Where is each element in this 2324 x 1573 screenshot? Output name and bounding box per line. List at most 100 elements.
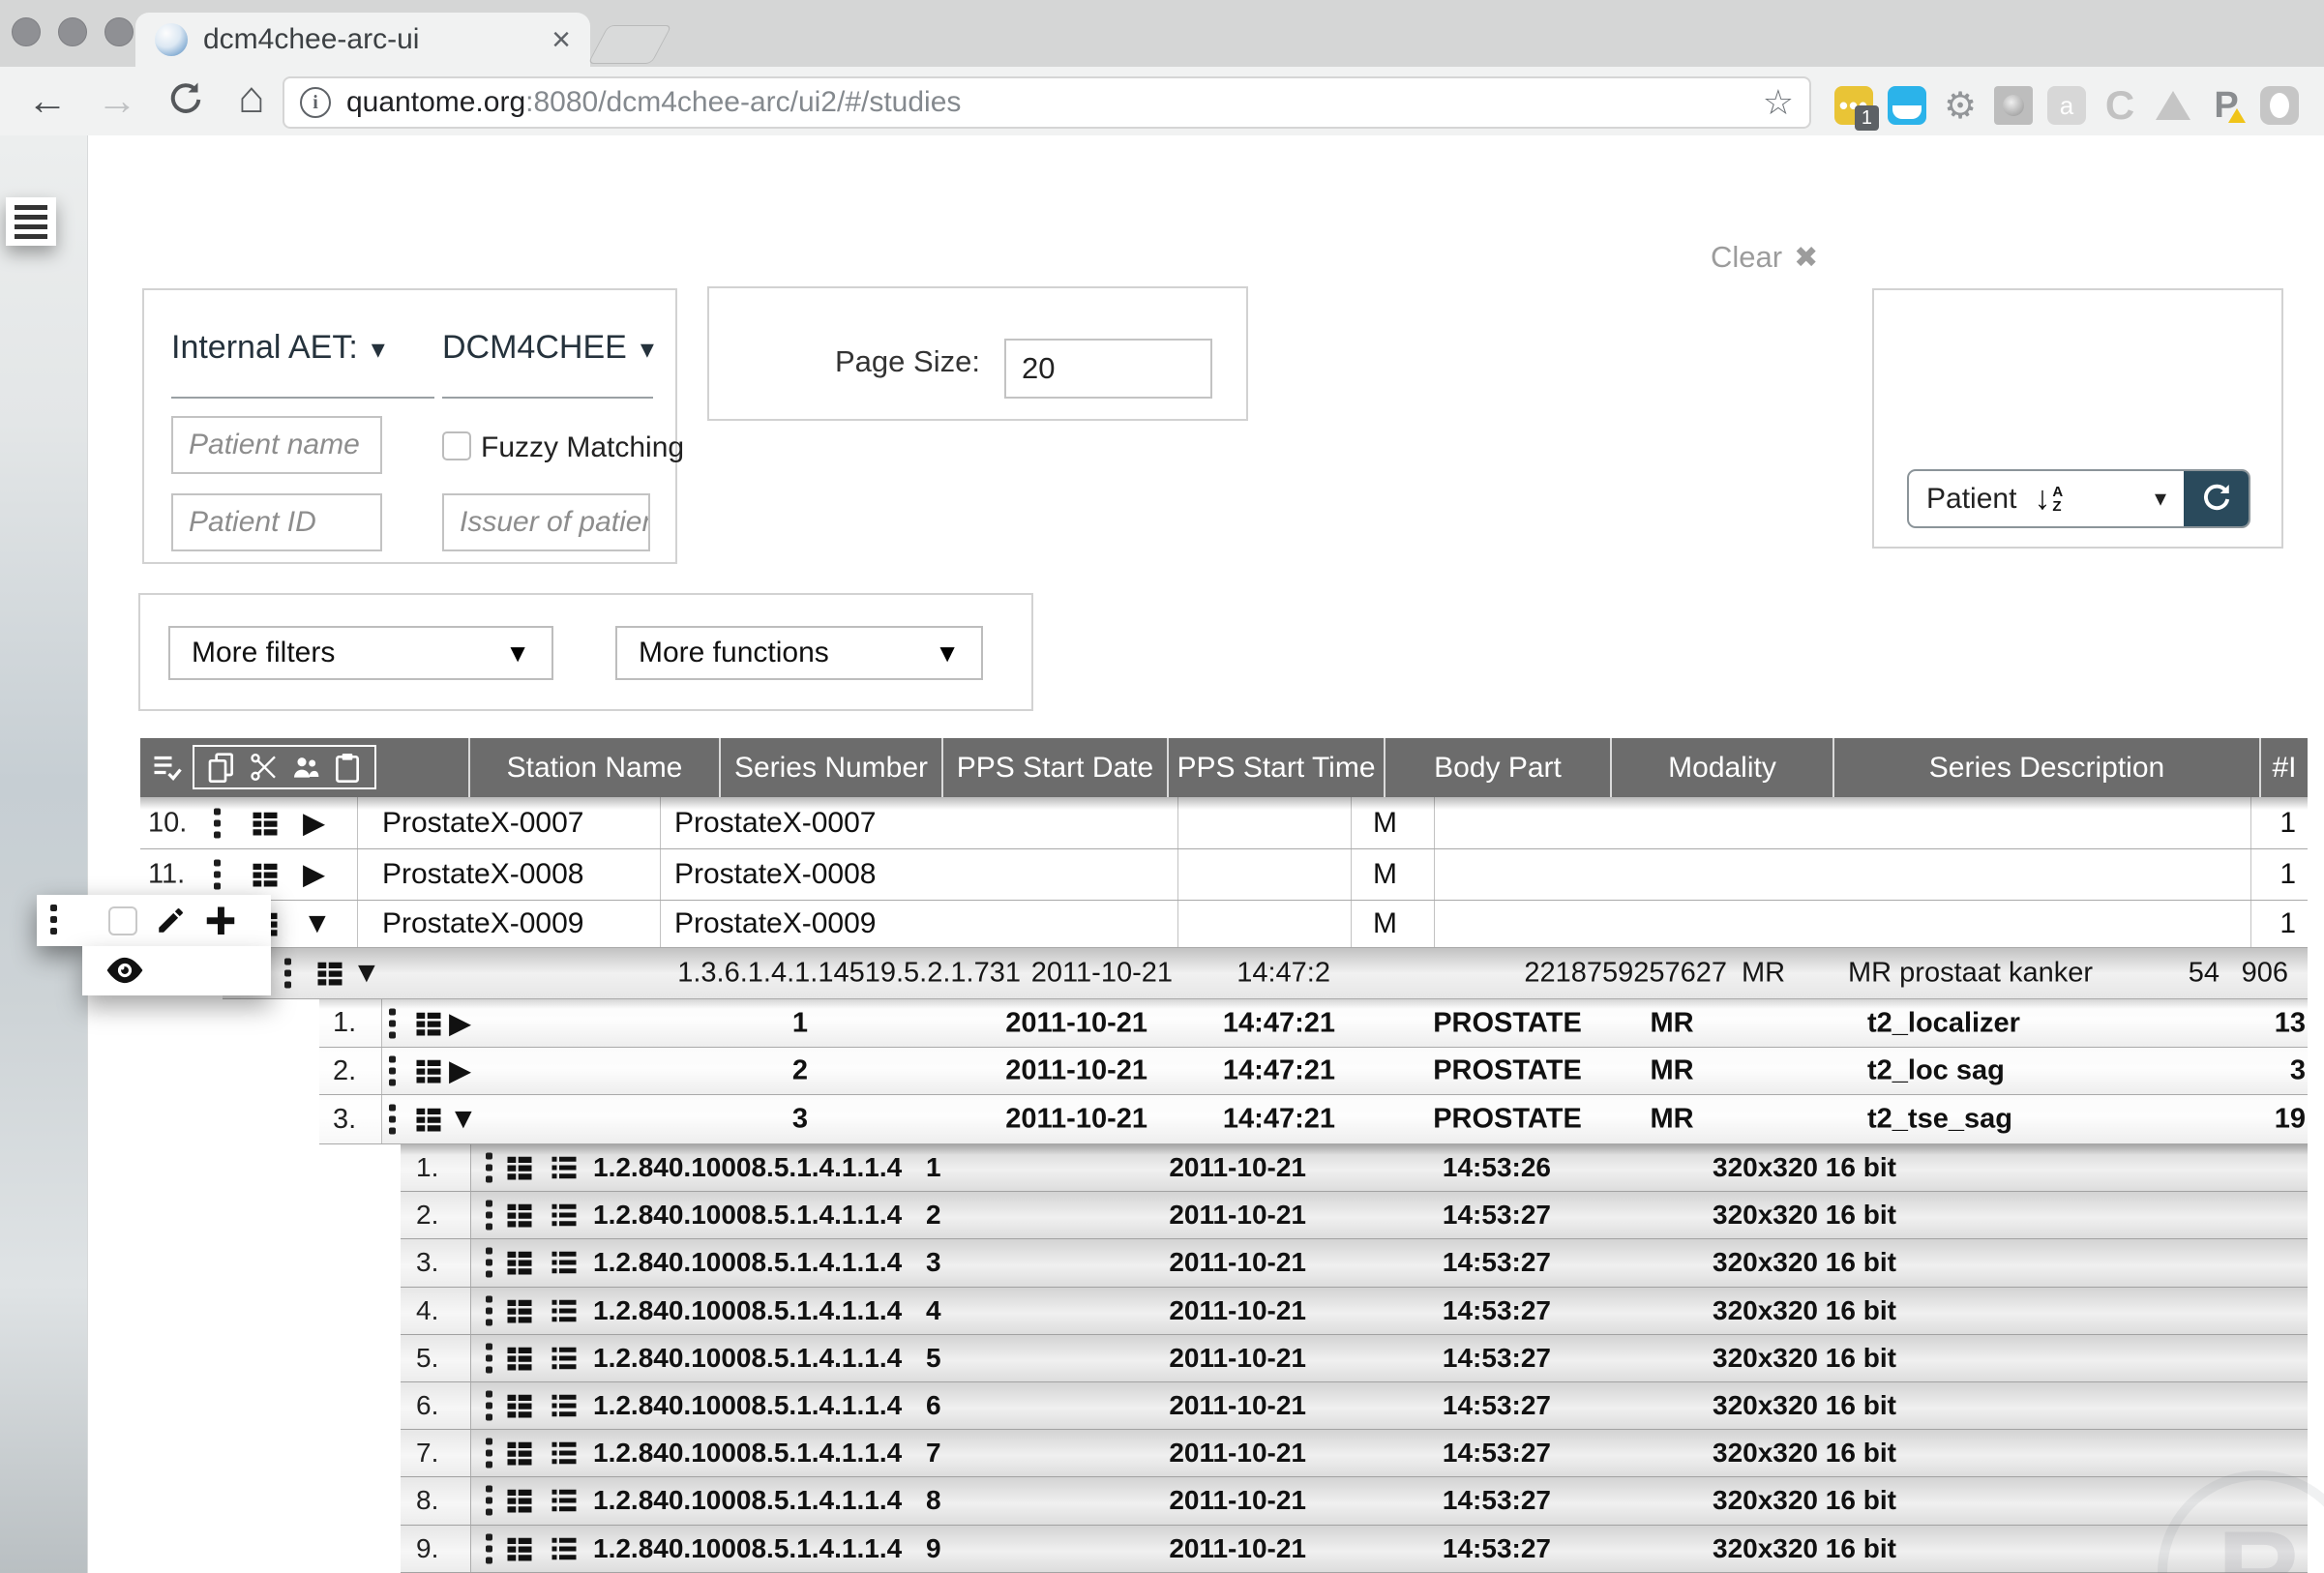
column-header[interactable]: Modality	[1610, 738, 1832, 797]
window-close-button[interactable]	[12, 17, 41, 46]
add-plus-icon[interactable]	[203, 903, 238, 937]
attributes-list-icon[interactable]	[503, 1248, 536, 1277]
fuzzy-matching-checkbox[interactable]	[442, 431, 471, 460]
row-menu-icon[interactable]	[389, 1105, 396, 1135]
attributes-list-icon[interactable]	[412, 1009, 445, 1038]
clear-filters-button[interactable]: Clear ✖	[1711, 240, 1818, 275]
column-header[interactable]: PPS Start Date	[941, 738, 1167, 797]
row-menu-icon[interactable]	[486, 1533, 492, 1563]
column-header[interactable]: Series Number	[719, 738, 941, 797]
pocket-extension-icon[interactable]	[1888, 86, 1926, 125]
file-attributes-list-icon[interactable]	[548, 1486, 581, 1515]
patient-id-input[interactable]: Patient ID	[171, 493, 382, 551]
file-attributes-list-icon[interactable]	[548, 1534, 581, 1563]
attributes-list-icon[interactable]	[503, 1344, 536, 1373]
chat-extension-icon[interactable]: a	[2047, 86, 2086, 125]
merge-patients-icon[interactable]	[290, 752, 321, 783]
attributes-list-icon[interactable]	[249, 860, 282, 889]
tab-close-icon[interactable]: ×	[551, 23, 571, 56]
window-zoom-button[interactable]	[104, 17, 134, 46]
attributes-list-icon[interactable]	[503, 1486, 536, 1515]
expand-toggle-icon[interactable]: ▶	[449, 1054, 471, 1088]
expand-toggle-icon[interactable]: ▼	[303, 907, 332, 940]
column-header[interactable]: PPS Start Time	[1167, 738, 1384, 797]
bookmark-star-icon[interactable]: ☆	[1763, 82, 1794, 123]
row-menu-icon[interactable]	[389, 1056, 396, 1086]
column-header[interactable]: Body Part	[1384, 738, 1610, 797]
row-menu-icon[interactable]	[486, 1295, 492, 1325]
c-logo-extension-icon[interactable]: C	[2101, 86, 2139, 125]
copy-icon[interactable]	[206, 752, 237, 783]
attributes-list-icon[interactable]	[503, 1391, 536, 1420]
attributes-list-icon[interactable]	[503, 1296, 536, 1325]
expand-toggle-icon[interactable]: ▶	[303, 806, 325, 840]
new-tab-button[interactable]	[587, 25, 671, 64]
refresh-button[interactable]	[2184, 471, 2249, 526]
gear-extension-icon[interactable]: ⚙	[1941, 86, 1980, 125]
back-button[interactable]: ←	[27, 78, 68, 123]
row-menu-icon[interactable]	[214, 860, 221, 890]
avatar-extension-icon[interactable]	[1994, 86, 2033, 125]
expand-toggle-icon[interactable]: ▶	[303, 858, 325, 892]
attributes-list-icon[interactable]	[503, 1153, 536, 1182]
row-menu-icon[interactable]	[214, 808, 221, 838]
file-attributes-list-icon[interactable]	[548, 1344, 581, 1373]
row-menu-icon[interactable]	[486, 1343, 492, 1373]
page-size-input[interactable]: 20	[1004, 339, 1212, 399]
address-bar[interactable]: i quantome.org:8080/dcm4chee-arc/ui2/#/s…	[283, 76, 1811, 129]
menu-hamburger-button[interactable]	[6, 197, 56, 246]
file-attributes-list-icon[interactable]	[548, 1153, 581, 1182]
aet-value-select[interactable]: DCM4CHEE▾	[442, 329, 654, 367]
column-header[interactable]: Station Name	[468, 738, 719, 797]
browser-tab[interactable]: dcm4chee-arc-ui ×	[135, 13, 590, 67]
more-functions-select[interactable]: More functions ▼	[615, 626, 983, 680]
drive-triangle-extension-icon[interactable]	[2154, 86, 2192, 125]
patient-name-input[interactable]: Patient name	[171, 416, 382, 474]
cut-icon[interactable]	[248, 752, 279, 783]
file-attributes-list-icon[interactable]	[548, 1296, 581, 1325]
more-filters-select[interactable]: More filters ▼	[168, 626, 553, 680]
attributes-list-icon[interactable]	[313, 959, 346, 988]
row-menu-icon[interactable]	[284, 959, 291, 989]
attributes-list-icon[interactable]	[503, 1439, 536, 1468]
row-menu-icon[interactable]	[50, 905, 57, 935]
file-attributes-list-icon[interactable]	[548, 1201, 581, 1230]
window-minimize-button[interactable]	[58, 17, 87, 46]
select-checkbox[interactable]	[108, 906, 137, 935]
row-menu-icon[interactable]	[486, 1391, 492, 1421]
row-menu-icon[interactable]	[389, 1008, 396, 1038]
row-menu-icon[interactable]	[486, 1439, 492, 1469]
file-attributes-list-icon[interactable]	[548, 1391, 581, 1420]
p-warning-extension-icon[interactable]: P	[2207, 86, 2246, 125]
collapse-toggle-icon[interactable]: ▼	[352, 957, 381, 990]
row-menu-icon[interactable]	[486, 1201, 492, 1231]
password-manager-extension-icon[interactable]: ••• 1	[1834, 86, 1873, 125]
column-header[interactable]: #I	[2259, 738, 2308, 797]
issuer-of-patient-input[interactable]: Issuer of patient	[442, 493, 650, 551]
order-by-select[interactable]: Patient ↓AZ ▾	[1909, 471, 2184, 526]
page-info-icon[interactable]: i	[300, 87, 331, 118]
file-attributes-list-icon[interactable]	[548, 1439, 581, 1468]
file-attributes-list-icon[interactable]	[548, 1248, 581, 1277]
oval-app-extension-icon[interactable]	[2260, 86, 2299, 125]
row-menu-icon[interactable]	[486, 1248, 492, 1278]
select-list-icon[interactable]	[150, 751, 185, 786]
reload-button[interactable]	[166, 80, 205, 128]
attributes-list-icon[interactable]	[249, 809, 282, 838]
column-header[interactable]: Series Description	[1832, 738, 2259, 797]
view-eye-icon[interactable]	[104, 956, 145, 985]
row-menu-icon[interactable]	[486, 1486, 492, 1516]
home-button[interactable]: ⌂	[238, 74, 265, 119]
attributes-list-icon[interactable]	[503, 1201, 536, 1230]
forward-button[interactable]: →	[97, 78, 137, 123]
expand-toggle-icon[interactable]: ▼	[449, 1103, 478, 1136]
expand-toggle-icon[interactable]: ▶	[449, 1006, 471, 1040]
row-menu-icon[interactable]	[486, 1153, 492, 1183]
internal-aet-select[interactable]: Internal AET:▾	[171, 329, 385, 367]
edit-pencil-icon[interactable]	[155, 904, 188, 936]
attributes-list-icon[interactable]	[412, 1056, 445, 1085]
attributes-list-icon[interactable]	[503, 1534, 536, 1563]
clear-label: Clear	[1711, 240, 1782, 275]
attributes-list-icon[interactable]	[412, 1105, 445, 1134]
paste-clipboard-icon[interactable]	[332, 752, 363, 783]
